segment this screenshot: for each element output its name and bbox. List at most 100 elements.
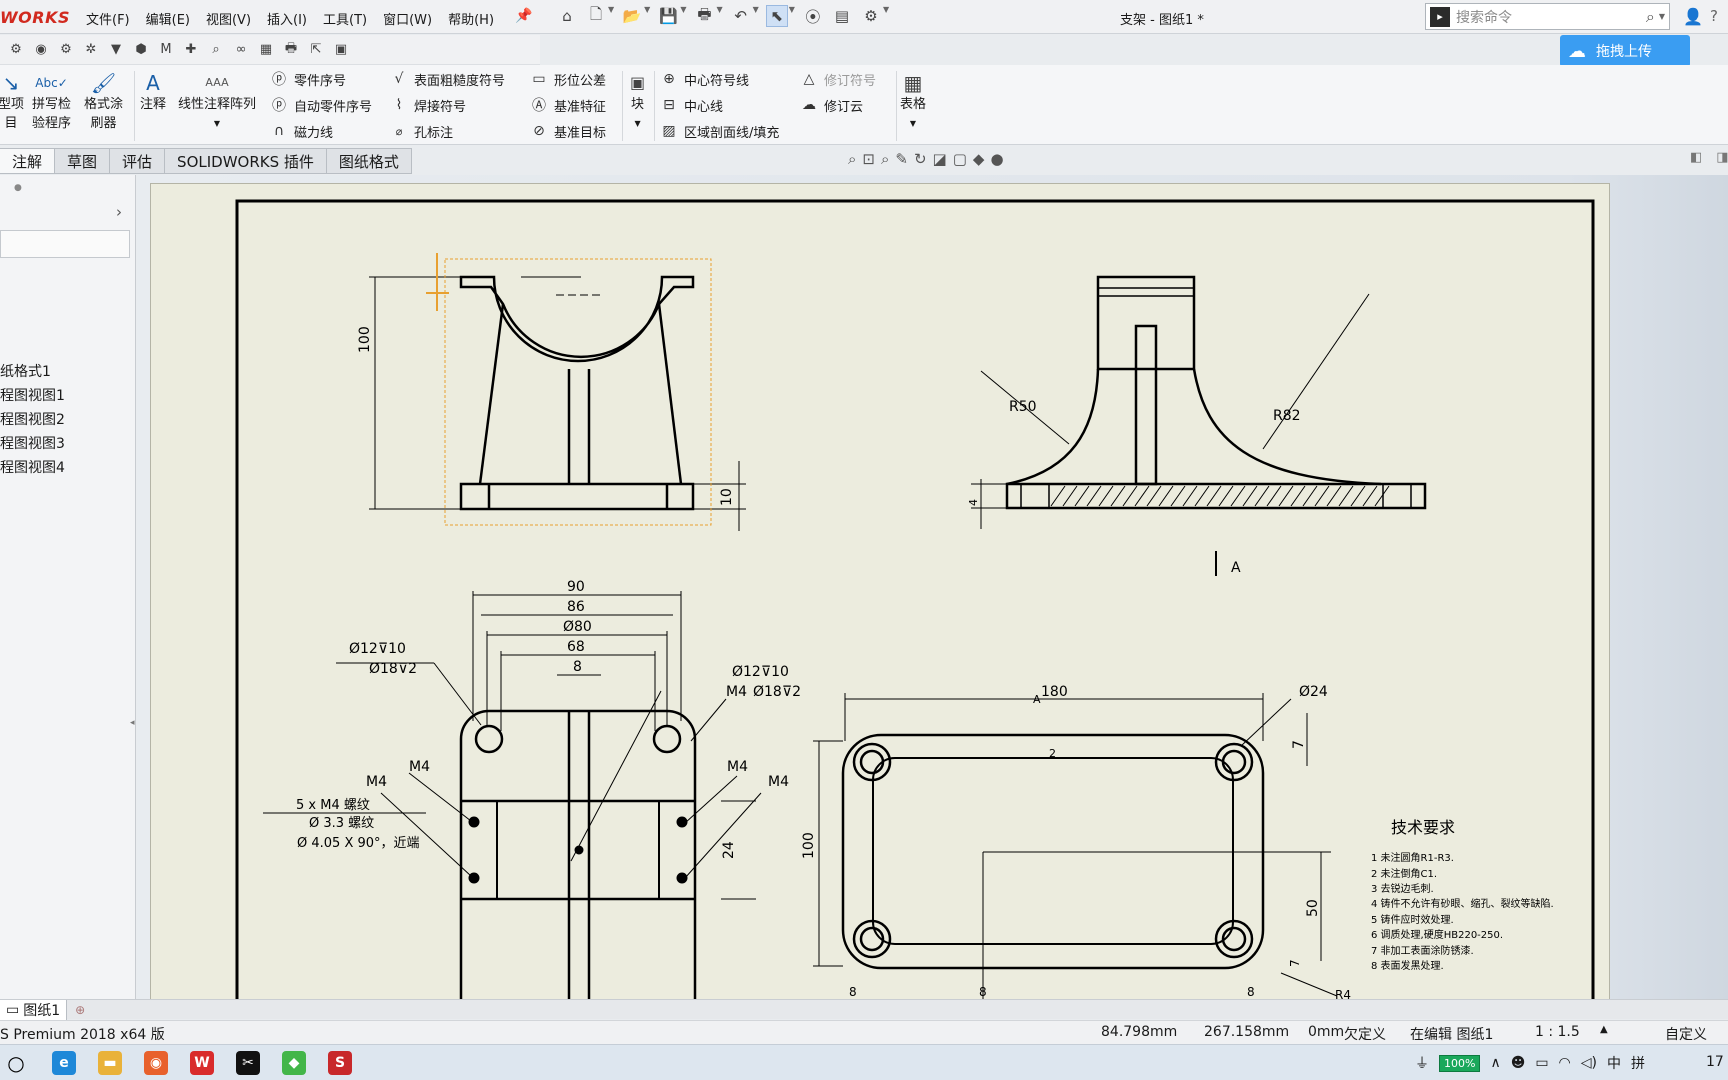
dim-8-b[interactable]: 8 (979, 985, 987, 999)
dim-24[interactable]: 24 (721, 841, 737, 859)
block-button[interactable]: ▣ 块 ▼ (630, 71, 645, 133)
dim-dia24[interactable]: Ø24 (1299, 684, 1328, 700)
view-arrow-label-a[interactable]: A (1231, 560, 1241, 576)
top-view[interactable] (459, 709, 697, 1000)
menu-edit[interactable]: 编辑(E) (138, 9, 198, 28)
tree-item-view1[interactable]: 程图视图1 (0, 384, 65, 408)
tab-solidworks-addins[interactable]: SOLIDWORKS 插件 (165, 148, 327, 174)
dim-a-marker[interactable]: A (1033, 693, 1041, 706)
chevron-down-icon[interactable]: ▼ (753, 5, 759, 27)
rotate-icon[interactable]: ↻ (914, 150, 927, 168)
sheet-tab-1[interactable]: ▭ 图纸1 (0, 999, 68, 1020)
save-icon[interactable]: 💾 (657, 5, 679, 27)
hole-m4-box[interactable]: M4 (726, 684, 747, 700)
tree-item-view3[interactable]: 程图视图3 (0, 432, 65, 456)
dim-180[interactable]: 180 (1041, 684, 1068, 700)
tap-m4-d[interactable]: M4 (768, 774, 789, 790)
add-sheet-icon[interactable]: ⊕ (67, 1000, 93, 1020)
weld-symbol-button[interactable]: ⌇ 焊接符号 (390, 93, 466, 117)
wps-icon[interactable]: W (190, 1051, 214, 1075)
report-icon[interactable]: ▣ (331, 40, 351, 60)
tech-req-title[interactable]: 技术要求 (1391, 818, 1455, 837)
menu-help[interactable]: 帮助(H) (440, 9, 502, 28)
centerline-button[interactable]: ⊟ 中心线 (660, 93, 723, 117)
binoculars-icon[interactable]: ∞ (231, 40, 251, 60)
ime-chinese[interactable]: 中 (1607, 1053, 1621, 1073)
measure-icon[interactable]: M (156, 40, 176, 60)
home-icon[interactable]: ⌂ (556, 5, 578, 27)
chevron-down-icon[interactable]: ▼ (1659, 12, 1665, 21)
dim-8-a[interactable]: 8 (849, 985, 857, 999)
panel-expand-icon[interactable]: ◨ (1716, 150, 1728, 165)
pin-icon[interactable]: 📌 (515, 8, 532, 24)
tap-callout-1[interactable]: 5 x M4 螺纹 (296, 798, 370, 813)
scene-icon[interactable]: ● (990, 150, 1003, 168)
menu-file[interactable]: 文件(F) (78, 9, 138, 28)
table-button[interactable]: ▦ 表格 ▼ (900, 71, 926, 133)
dim-100-front[interactable]: 100 (357, 326, 373, 353)
dim-2[interactable]: 2 (1049, 747, 1056, 760)
chevron-down-icon[interactable]: ▼ (716, 5, 722, 27)
select-cursor-icon[interactable]: ⬉ (765, 5, 788, 27)
chevron-down-icon[interactable]: ▼ (789, 5, 795, 27)
gtol-button[interactable]: ▭ 形位公差 (530, 67, 606, 91)
center-mark-button[interactable]: ⊕ 中心符号线 (660, 67, 749, 91)
format-painter-button[interactable]: 🖌 格式涂 刷器 (84, 71, 123, 133)
datum-feature-button[interactable]: Ⓐ 基准特征 (530, 93, 606, 117)
qq-icon[interactable]: ☻ (1511, 1055, 1526, 1071)
battery-icon[interactable]: ▭ (1535, 1055, 1548, 1071)
collapse-handle-icon[interactable]: ◂ (130, 718, 135, 728)
panel-collapse-icon[interactable]: ◧ (1690, 150, 1702, 165)
menu-insert[interactable]: 插入(I) (259, 9, 315, 28)
drawing-svg[interactable]: 100 10 R50 R82 4 A 90 86 Ø80 68 8 Ø12⊽10… (151, 184, 1610, 1000)
revision-symbol-button[interactable]: △ 修订符号 (800, 67, 876, 91)
chevron-down-icon[interactable]: ▼ (644, 5, 650, 27)
upload-button[interactable]: ☁ 拖拽上传 (1560, 35, 1690, 67)
assembly-icon[interactable]: ⚙ (6, 40, 26, 60)
options-gear-icon[interactable]: ⚙ (860, 5, 882, 27)
app-logo[interactable]: WORKS (0, 8, 70, 27)
capcut-icon[interactable]: ✂ (236, 1051, 260, 1075)
hide-show-icon[interactable]: ▢ (953, 150, 967, 168)
status-units[interactable]: 自定义 (1665, 1024, 1707, 1044)
speaker-icon[interactable]: ◁) (1581, 1055, 1597, 1071)
sketch-icon[interactable]: ✎ (895, 150, 908, 168)
area-hatch-button[interactable]: ▨ 区域剖面线/填充 (660, 119, 779, 143)
balloon-button[interactable]: ⓟ 零件序号 (270, 67, 346, 91)
status-scale[interactable]: 1 : 1.5 (1535, 1024, 1580, 1040)
status-editing[interactable]: 在编辑 图纸1 (1410, 1024, 1493, 1044)
hole-callout-right-1[interactable]: Ø12⊽10 (732, 664, 789, 680)
surface-finish-button[interactable]: √ 表面粗糙度符号 (390, 67, 505, 91)
dim-8-c[interactable]: 8 (1247, 985, 1255, 999)
dim-8-top[interactable]: 8 (573, 659, 582, 675)
export-icon[interactable]: ⇱ (306, 40, 326, 60)
datum-target-button[interactable]: ⊘ 基准目标 (530, 119, 606, 143)
firefox-icon[interactable]: ◉ (144, 1051, 168, 1075)
model-items-button[interactable]: ↘ 型项 目 (0, 71, 24, 133)
wifi-icon[interactable]: ◠ (1559, 1055, 1571, 1071)
dim-100-bottom[interactable]: 100 (801, 832, 817, 859)
graphics-area[interactable]: 100 10 R50 R82 4 A 90 86 Ø80 68 8 Ø12⊽10… (137, 175, 1728, 1000)
traffic-light-icon[interactable]: ⦿ (802, 5, 824, 27)
marker-icon[interactable]: ⬢ (131, 40, 151, 60)
tap-m4-a[interactable]: M4 (409, 759, 430, 775)
dim-50[interactable]: 50 (1305, 899, 1321, 917)
tap-callout-2[interactable]: Ø 3.3 螺纹 (309, 816, 374, 831)
dim-dia80[interactable]: Ø80 (563, 619, 592, 635)
new-document-icon[interactable]: 🗋 (585, 5, 607, 27)
chevron-down-icon[interactable]: ▼ (910, 114, 916, 133)
help-question-icon[interactable]: ? (1710, 7, 1718, 25)
chevron-down-icon[interactable]: ▼ (634, 114, 640, 133)
chevron-down-icon[interactable]: ▼ (680, 5, 686, 27)
tree-item-view2[interactable]: 程图视图2 (0, 408, 65, 432)
app-icon[interactable]: ◆ (282, 1051, 306, 1075)
hole-callout-left-2[interactable]: Ø18⊽2 (369, 661, 417, 677)
chevron-right-icon[interactable]: › (116, 203, 122, 221)
filter-input[interactable] (0, 230, 130, 258)
zoom-previous-icon[interactable]: ⌕ (881, 150, 889, 168)
dim-68[interactable]: 68 (567, 639, 585, 655)
menu-tools[interactable]: 工具(T) (315, 9, 375, 28)
menu-view[interactable]: 视图(V) (198, 9, 259, 28)
zoom-icon[interactable]: ⌕ (206, 40, 226, 60)
revision-cloud-button[interactable]: ☁ 修订云 (800, 93, 863, 117)
